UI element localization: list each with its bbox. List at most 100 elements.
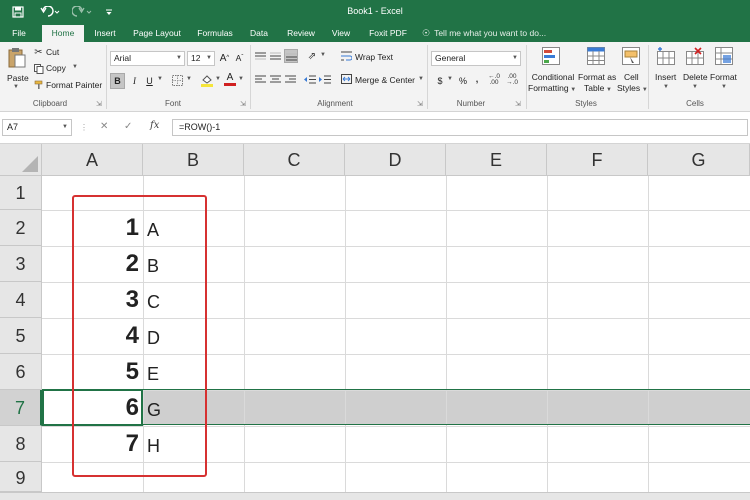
bold-button[interactable]: B — [110, 73, 125, 89]
tab-data[interactable]: Data — [245, 25, 273, 42]
tell-me-search[interactable]: ☉ Tell me what you want to do... — [422, 25, 546, 42]
tab-insert[interactable]: Insert — [88, 25, 122, 42]
number-format-select[interactable]: General ▼ — [431, 51, 521, 66]
format-painter-button[interactable]: Format Painter — [46, 80, 102, 90]
format-button[interactable]: Format — [710, 72, 737, 82]
decrease-indent-icon[interactable] — [303, 73, 316, 85]
tab-foxit-pdf[interactable]: Foxit PDF — [364, 25, 412, 42]
orientation-icon[interactable]: ⇗ — [305, 49, 319, 63]
insert-cells-icon[interactable] — [656, 46, 676, 66]
underline-button[interactable]: U — [143, 73, 156, 89]
grow-font-button[interactable]: A ^ — [218, 50, 231, 66]
align-right-icon[interactable] — [284, 73, 297, 85]
tab-file[interactable]: File — [6, 25, 32, 42]
currency-button[interactable]: $ — [434, 73, 446, 89]
tab-formulas[interactable]: Formulas — [192, 25, 238, 42]
confirm-entry-icon[interactable]: ✓ — [124, 121, 132, 132]
format-as-table-line2[interactable]: Table ▼ — [584, 83, 612, 93]
delete-button[interactable]: Delete — [683, 72, 708, 82]
paste-button[interactable]: Paste — [7, 73, 29, 83]
tab-home[interactable]: Home — [42, 25, 84, 42]
currency-dropdown-icon[interactable]: ▼ — [447, 76, 453, 82]
font-size-select[interactable]: 12 ▼ — [187, 51, 215, 66]
fill-color-dropdown-icon[interactable]: ▼ — [215, 76, 221, 82]
font-name-select[interactable]: Arial ▼ — [110, 51, 185, 66]
alignment-launcher-icon[interactable]: ⇲ — [417, 100, 423, 108]
wrap-text-icon[interactable] — [340, 50, 352, 62]
cell-styles-line2[interactable]: Styles ▼ — [617, 83, 648, 93]
insert-button[interactable]: Insert — [655, 72, 676, 82]
comma-button[interactable]: , — [472, 71, 482, 87]
column-header-g[interactable]: G — [648, 144, 750, 176]
copy-icon[interactable] — [33, 63, 44, 74]
merge-center-button[interactable]: Merge & Center — [355, 75, 415, 85]
align-middle-icon[interactable] — [269, 50, 282, 62]
row-header-7[interactable]: 7 — [0, 390, 42, 426]
italic-button[interactable]: I — [128, 73, 141, 89]
cancel-entry-icon[interactable]: ✕ — [100, 121, 108, 132]
select-all-button[interactable] — [0, 144, 42, 176]
column-header-c[interactable]: C — [244, 144, 345, 176]
column-header-f[interactable]: F — [547, 144, 648, 176]
conditional-formatting-line2[interactable]: Formatting ▼ — [528, 83, 576, 93]
row-header-4[interactable]: 4 — [0, 282, 42, 318]
paste-icon[interactable] — [6, 46, 28, 70]
copy-dropdown-icon[interactable]: ▼ — [72, 64, 78, 70]
row-header-8[interactable]: 8 — [0, 426, 42, 462]
conditional-formatting-icon[interactable] — [541, 46, 561, 66]
name-box[interactable]: A7 ▼ — [2, 119, 72, 136]
row-header-5[interactable]: 5 — [0, 318, 42, 354]
font-launcher-icon[interactable]: ⇲ — [240, 100, 246, 108]
align-top-icon[interactable] — [254, 50, 267, 62]
orientation-dropdown-icon[interactable]: ▼ — [320, 52, 326, 58]
cut-button[interactable]: Cut — [46, 47, 59, 57]
paste-dropdown-icon[interactable]: ▼ — [13, 84, 19, 90]
borders-dropdown-icon[interactable]: ▼ — [186, 76, 192, 82]
tab-page-layout[interactable]: Page Layout — [128, 25, 186, 42]
font-color-button[interactable]: A — [224, 71, 236, 86]
borders-icon[interactable] — [170, 74, 184, 87]
merge-dropdown-icon[interactable]: ▼ — [418, 76, 424, 82]
format-cells-icon[interactable] — [714, 46, 734, 66]
row-header-2[interactable]: 2 — [0, 210, 42, 246]
font-color-dropdown-icon[interactable]: ▼ — [238, 76, 244, 82]
row-header-6[interactable]: 6 — [0, 354, 42, 390]
column-header-e[interactable]: E — [446, 144, 547, 176]
format-dropdown-icon[interactable]: ▼ — [721, 84, 727, 90]
formula-input[interactable]: =ROW()-1 — [172, 119, 748, 136]
align-bottom-icon[interactable] — [284, 49, 298, 63]
cut-icon[interactable]: ✂ — [33, 47, 44, 58]
row-header-9[interactable]: 9 — [0, 462, 42, 492]
number-launcher-icon[interactable]: ⇲ — [515, 100, 521, 108]
cell-styles-line1[interactable]: Cell — [624, 72, 639, 82]
clipboard-launcher-icon[interactable]: ⇲ — [96, 100, 102, 108]
increase-indent-icon[interactable] — [318, 73, 331, 85]
increase-decimal-icon[interactable]: ←.0.00 — [486, 73, 502, 87]
column-header-d[interactable]: D — [345, 144, 446, 176]
format-as-table-line1[interactable]: Format as — [578, 72, 616, 82]
wrap-text-button[interactable]: Wrap Text — [355, 52, 393, 62]
copy-button[interactable]: Copy — [46, 63, 66, 73]
tab-review[interactable]: Review — [282, 25, 320, 42]
shrink-font-button[interactable]: Aˇ — [233, 50, 246, 66]
insert-dropdown-icon[interactable]: ▼ — [663, 84, 669, 90]
fill-color-icon[interactable] — [200, 73, 214, 87]
decrease-decimal-icon[interactable]: .00 →.0 — [504, 73, 520, 87]
row-header-1[interactable]: 1 — [0, 176, 42, 210]
percent-button[interactable]: % — [457, 73, 469, 89]
column-header-b[interactable]: B — [143, 144, 244, 176]
conditional-formatting-line1[interactable]: Conditional — [530, 72, 576, 82]
delete-dropdown-icon[interactable]: ▼ — [692, 84, 698, 90]
cell-styles-icon[interactable] — [621, 46, 641, 66]
row-header-3[interactable]: 3 — [0, 246, 42, 282]
align-left-icon[interactable] — [254, 73, 267, 85]
tab-view[interactable]: View — [327, 25, 355, 42]
insert-function-button[interactable]: fx — [150, 120, 159, 131]
merge-center-icon[interactable] — [340, 73, 352, 85]
column-header-a[interactable]: A — [42, 144, 143, 176]
delete-cells-icon[interactable] — [685, 46, 705, 66]
format-painter-icon[interactable] — [33, 79, 44, 90]
format-as-table-icon[interactable] — [586, 46, 606, 66]
align-center-icon[interactable] — [269, 73, 282, 85]
underline-dropdown-icon[interactable]: ▼ — [157, 76, 163, 82]
